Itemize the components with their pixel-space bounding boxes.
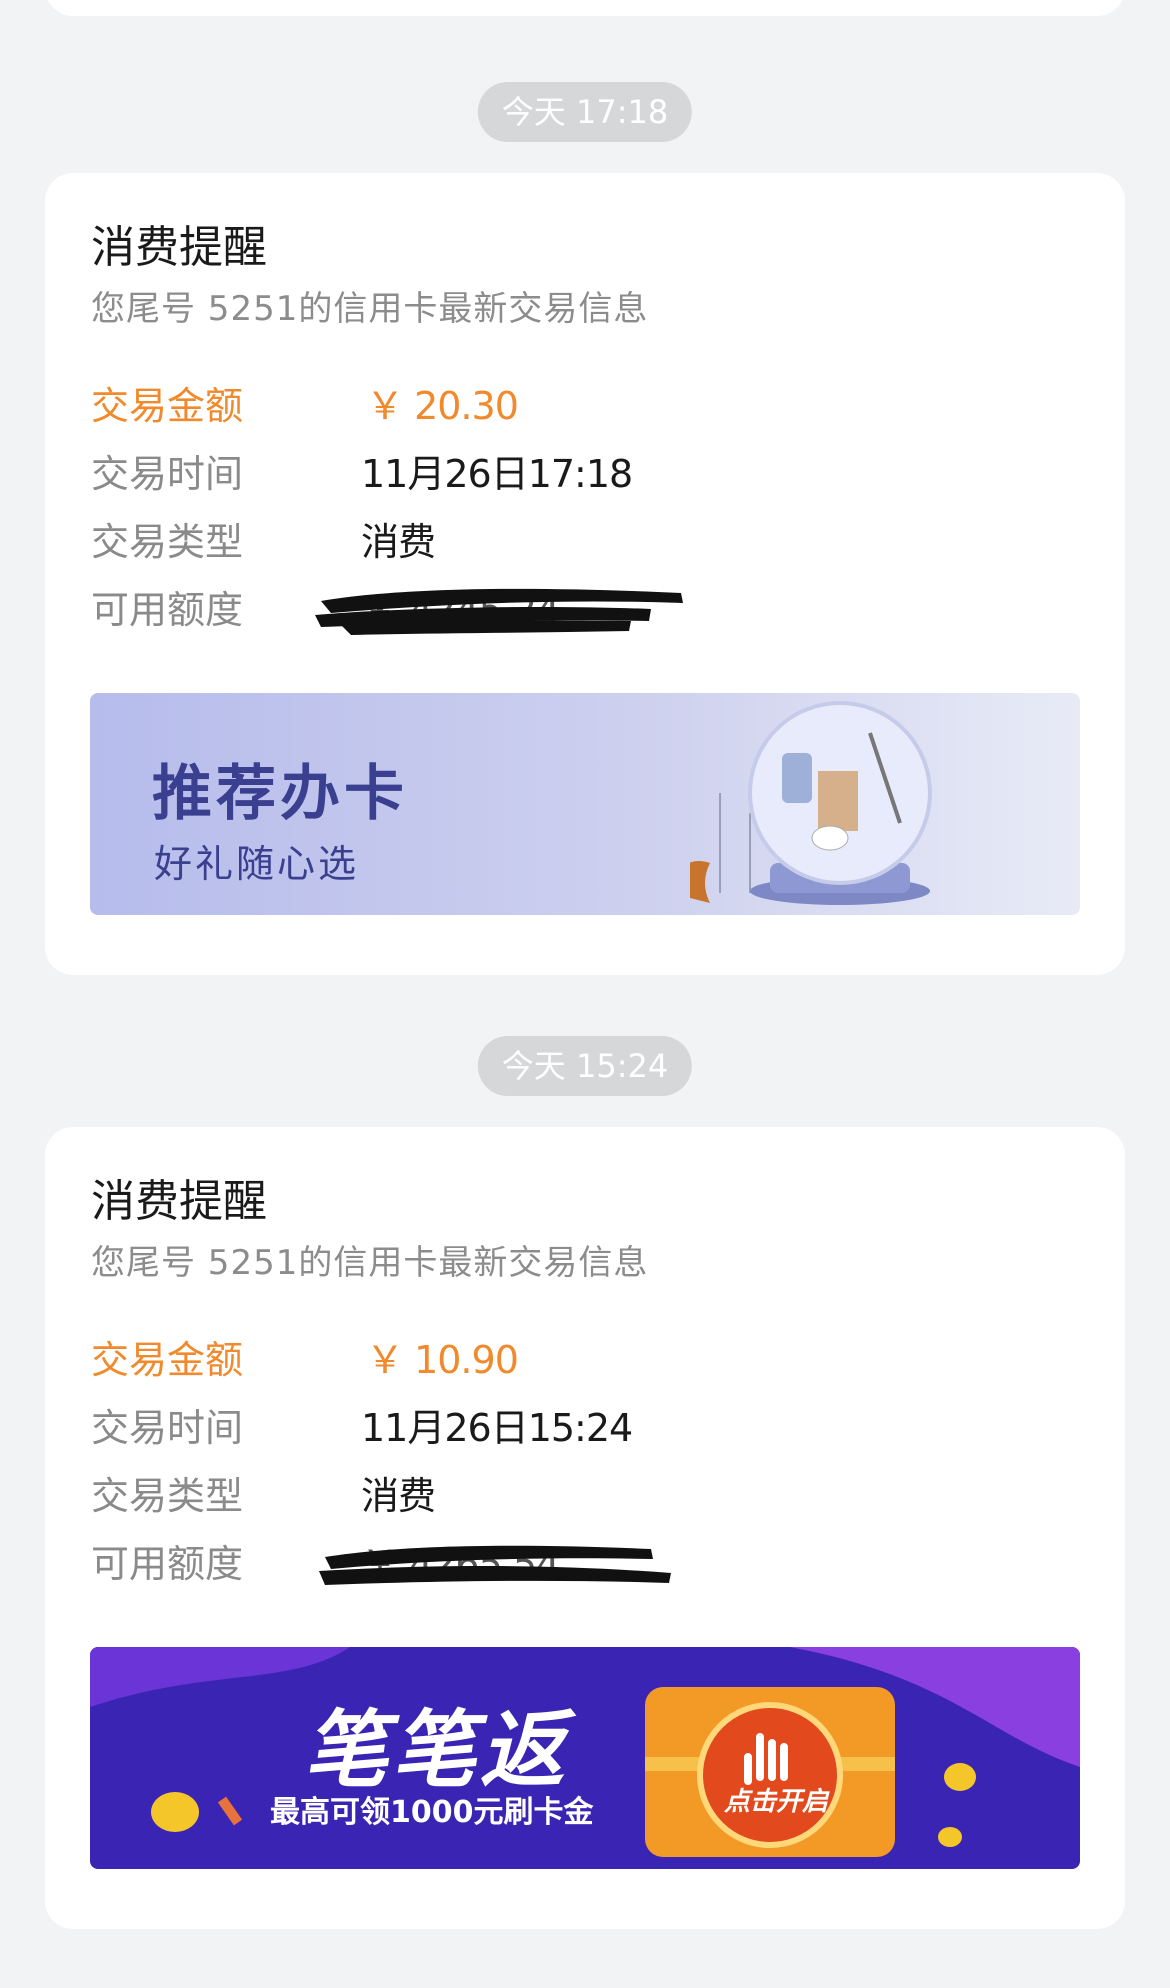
card-subtitle: 您尾号 5251的信用卡最新交易信息 bbox=[91, 1243, 649, 1283]
row-label: 交易类型 bbox=[91, 1474, 244, 1518]
card-title: 消费提醒 bbox=[91, 1176, 267, 1227]
previous-message-card bbox=[45, 0, 1125, 16]
card-subtitle: 您尾号 5251的信用卡最新交易信息 bbox=[91, 289, 649, 329]
recommend-card-banner[interactable]: 推荐办卡 好礼随心选 bbox=[90, 693, 1080, 915]
cashback-banner[interactable]: 笔笔返 最高可领1000元刷卡金 点击开启 bbox=[90, 1647, 1080, 1869]
time-value: 11月26日15:24 bbox=[361, 1406, 633, 1450]
amount-value: ￥ 10.90 bbox=[366, 1338, 519, 1382]
timestamp-pill: 今天 17:18 bbox=[477, 82, 693, 142]
redaction-scribble bbox=[315, 588, 683, 635]
amount-row: 交易金额 ￥ 20.30 bbox=[91, 375, 991, 435]
timestamp-pill: 今天 15:24 bbox=[477, 1036, 693, 1096]
amount-row: 交易金额 ￥ 10.90 bbox=[91, 1329, 991, 1389]
available-credit-row: 可用额度 ￥ 4265.54 bbox=[91, 1533, 991, 1593]
type-row: 交易类型 消费 bbox=[91, 511, 991, 571]
snow-globe-illustration bbox=[690, 701, 932, 905]
available-credit-row: 可用额度 ￥ 4245.24 bbox=[91, 579, 991, 639]
time-row: 交易时间 11月26日15:24 bbox=[91, 1397, 991, 1457]
row-label: 交易金额 bbox=[91, 384, 244, 428]
banner-title: 推荐办卡 bbox=[152, 759, 408, 829]
row-label: 可用额度 bbox=[91, 588, 244, 632]
type-value: 消费 bbox=[361, 520, 436, 564]
row-label: 交易时间 bbox=[91, 452, 244, 496]
type-row: 交易类型 消费 bbox=[91, 1465, 991, 1525]
row-label: 交易时间 bbox=[91, 1406, 244, 1450]
banner-subtitle: 好礼随心选 bbox=[154, 842, 360, 886]
type-value: 消费 bbox=[361, 1474, 436, 1518]
row-label: 交易类型 bbox=[91, 520, 244, 564]
message-card: 消费提醒 您尾号 5251的信用卡最新交易信息 交易金额 ￥ 20.30 交易时… bbox=[45, 173, 1125, 975]
amount-value: ￥ 20.30 bbox=[366, 384, 519, 428]
card-title: 消费提醒 bbox=[91, 222, 267, 273]
redaction-scribble bbox=[319, 1545, 671, 1585]
cashback-background-illustration bbox=[90, 1647, 1080, 1857]
open-treasure-button[interactable]: 点击开启 bbox=[724, 1781, 828, 1818]
time-row: 交易时间 11月26日17:18 bbox=[91, 443, 991, 503]
message-card: 消费提醒 您尾号 5251的信用卡最新交易信息 交易金额 ￥ 10.90 交易时… bbox=[45, 1127, 1125, 1929]
banner-title: 笔笔返 bbox=[304, 1701, 569, 1799]
row-label: 交易金额 bbox=[91, 1338, 244, 1382]
row-label: 可用额度 bbox=[91, 1542, 244, 1586]
banner-subtitle: 最高可领1000元刷卡金 bbox=[270, 1795, 594, 1830]
time-value: 11月26日17:18 bbox=[361, 452, 633, 496]
